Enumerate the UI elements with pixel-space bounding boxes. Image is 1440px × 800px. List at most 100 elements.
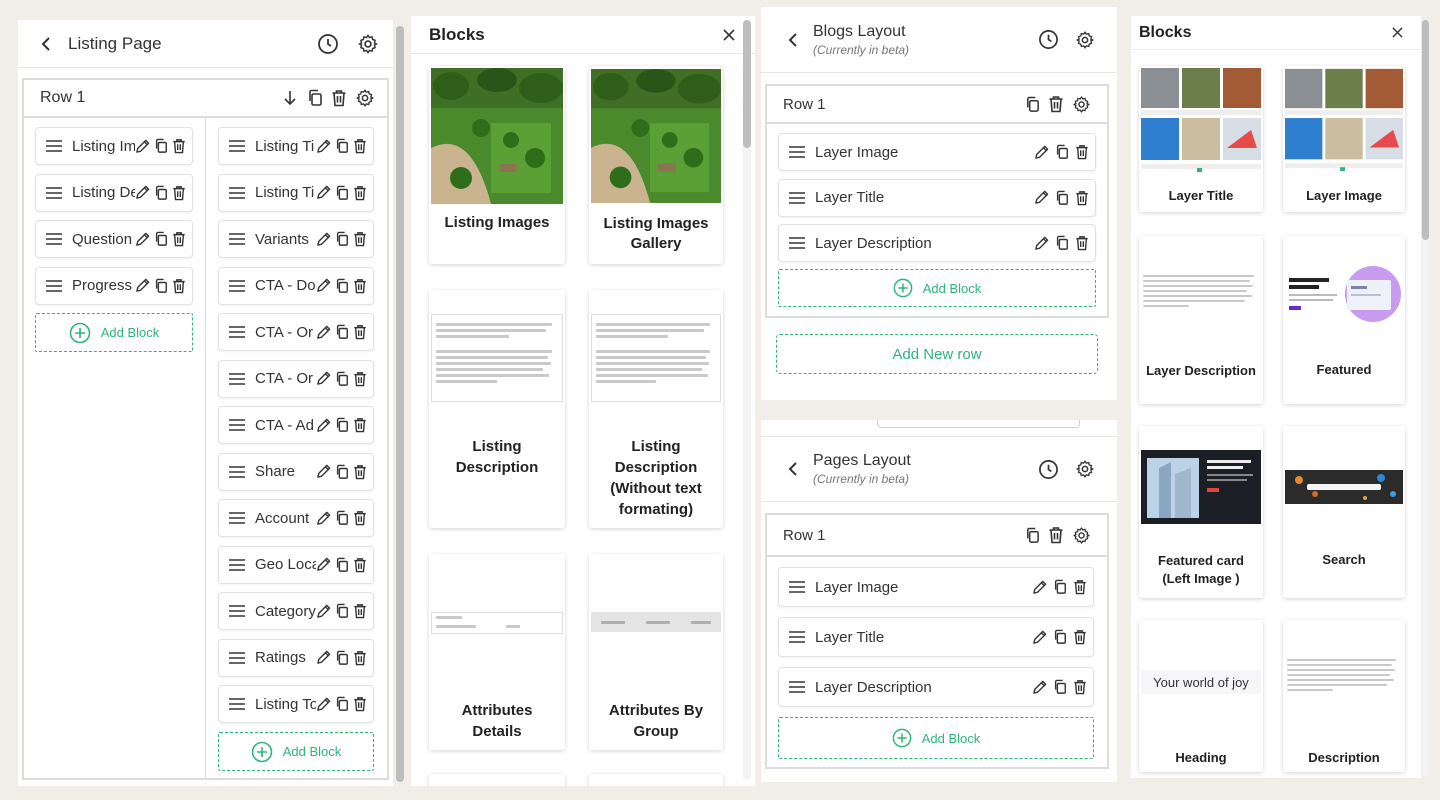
- trash-icon[interactable]: [1073, 679, 1087, 695]
- drag-handle-icon[interactable]: [789, 237, 805, 249]
- drag-handle-icon[interactable]: [46, 279, 62, 292]
- block-list-item[interactable]: Listing Ti: [218, 127, 374, 165]
- edit-pencil-icon[interactable]: [316, 650, 331, 665]
- edit-pencil-icon[interactable]: [1032, 630, 1047, 645]
- settings-gear-icon[interactable]: [357, 33, 379, 55]
- duplicate-icon[interactable]: [1055, 190, 1069, 206]
- settings-gear-icon[interactable]: [355, 88, 375, 108]
- block-list-item[interactable]: Layer Title: [778, 178, 1096, 217]
- trash-icon[interactable]: [353, 510, 367, 526]
- duplicate-icon[interactable]: [335, 185, 349, 201]
- duplicate-icon[interactable]: [1055, 235, 1069, 251]
- history-icon[interactable]: [317, 33, 339, 55]
- duplicate-icon[interactable]: [335, 371, 349, 387]
- trash-icon[interactable]: [353, 464, 367, 480]
- scrollbar[interactable]: [396, 26, 404, 782]
- trash-icon[interactable]: [172, 185, 186, 201]
- block-card-listing-images[interactable]: Listing Images: [429, 66, 565, 264]
- block-card-partial[interactable]: [589, 774, 723, 786]
- trash-icon[interactable]: [353, 557, 367, 573]
- block-list-item[interactable]: Variants: [218, 220, 374, 258]
- block-card-layer-title[interactable]: Layer Title: [1139, 66, 1263, 212]
- scrollbar[interactable]: [1422, 20, 1429, 776]
- block-card-listing-description-plain[interactable]: Listing Description (Without text format…: [589, 290, 723, 528]
- add-new-row-button[interactable]: Add New row: [776, 334, 1098, 374]
- drag-handle-icon[interactable]: [229, 698, 245, 710]
- edit-pencil-icon[interactable]: [316, 139, 331, 154]
- block-card-attributes-by-group[interactable]: Attributes By Group: [589, 554, 723, 750]
- edit-pencil-icon[interactable]: [316, 464, 331, 479]
- scrollbar[interactable]: [743, 20, 751, 780]
- trash-icon[interactable]: [1075, 190, 1089, 206]
- drag-handle-icon[interactable]: [789, 191, 805, 204]
- duplicate-icon[interactable]: [1053, 579, 1067, 595]
- edit-pencil-icon[interactable]: [135, 139, 150, 154]
- edit-pencil-icon[interactable]: [135, 232, 150, 247]
- back-arrow-icon[interactable]: [787, 32, 799, 48]
- duplicate-icon[interactable]: [154, 138, 168, 154]
- edit-pencil-icon[interactable]: [316, 371, 331, 386]
- edit-pencil-icon[interactable]: [135, 278, 150, 293]
- block-list-item[interactable]: Listing To: [218, 685, 374, 723]
- duplicate-icon[interactable]: [335, 138, 349, 154]
- edit-pencil-icon[interactable]: [316, 511, 331, 526]
- block-list-item[interactable]: Listing De: [35, 173, 193, 212]
- drag-handle-icon[interactable]: [229, 233, 245, 245]
- block-list-item[interactable]: Layer Image: [778, 567, 1094, 607]
- block-card-heading[interactable]: Your world of joy Heading: [1139, 620, 1263, 772]
- drag-handle-icon[interactable]: [789, 581, 805, 593]
- trash-icon[interactable]: [353, 696, 367, 712]
- close-icon[interactable]: [723, 28, 735, 41]
- block-list-item[interactable]: Layer Description: [778, 667, 1094, 707]
- block-list-item[interactable]: Listing Im: [35, 127, 193, 165]
- duplicate-icon[interactable]: [154, 185, 168, 201]
- edit-pencil-icon[interactable]: [1032, 680, 1047, 695]
- add-block-button[interactable]: Add Block: [778, 269, 1096, 307]
- edit-pencil-icon[interactable]: [316, 325, 331, 340]
- duplicate-icon[interactable]: [307, 89, 323, 107]
- trash-icon[interactable]: [172, 231, 186, 247]
- duplicate-icon[interactable]: [154, 231, 168, 247]
- block-list-item[interactable]: Question: [35, 220, 193, 258]
- trash-icon[interactable]: [1075, 144, 1089, 160]
- block-list-item[interactable]: CTA - Or: [218, 313, 374, 351]
- block-list-item[interactable]: Category: [218, 592, 374, 630]
- edit-pencil-icon[interactable]: [316, 697, 331, 712]
- block-list-item[interactable]: CTA - Do: [218, 266, 374, 305]
- add-block-button[interactable]: Add Block: [218, 732, 374, 771]
- duplicate-icon[interactable]: [1055, 144, 1069, 160]
- block-card-search[interactable]: Search: [1283, 426, 1405, 598]
- block-list-item[interactable]: Progress: [35, 266, 193, 305]
- edit-pencil-icon[interactable]: [316, 232, 331, 247]
- block-list-item[interactable]: Layer Description: [778, 224, 1096, 262]
- trash-icon[interactable]: [353, 185, 367, 201]
- trash-icon[interactable]: [172, 278, 186, 294]
- trash-icon[interactable]: [1073, 579, 1087, 595]
- drag-handle-icon[interactable]: [46, 186, 62, 199]
- block-list-item[interactable]: Listing Ti: [218, 173, 374, 212]
- block-card-featured[interactable]: Featured: [1283, 236, 1405, 404]
- block-card-listing-images-gallery[interactable]: Listing Images Gallery: [589, 66, 723, 264]
- settings-gear-icon[interactable]: [1075, 30, 1095, 50]
- trash-icon[interactable]: [353, 417, 367, 433]
- trash-icon[interactable]: [1048, 95, 1064, 113]
- drag-handle-icon[interactable]: [229, 372, 245, 385]
- block-list-item[interactable]: CTA - Ad: [218, 406, 374, 444]
- history-icon[interactable]: [1038, 459, 1059, 480]
- duplicate-icon[interactable]: [335, 557, 349, 573]
- edit-pencil-icon[interactable]: [316, 604, 331, 619]
- close-icon[interactable]: [1392, 27, 1403, 38]
- drag-handle-icon[interactable]: [229, 512, 245, 524]
- duplicate-icon[interactable]: [335, 696, 349, 712]
- block-list-item[interactable]: CTA - Or: [218, 359, 374, 398]
- block-list-item[interactable]: Layer Title: [778, 617, 1094, 657]
- duplicate-icon[interactable]: [335, 650, 349, 666]
- duplicate-icon[interactable]: [1025, 96, 1040, 113]
- block-list-item[interactable]: Geo Loca: [218, 545, 374, 584]
- drag-handle-icon[interactable]: [229, 419, 245, 431]
- duplicate-icon[interactable]: [335, 324, 349, 340]
- back-arrow-icon[interactable]: [40, 36, 52, 52]
- trash-icon[interactable]: [353, 603, 367, 619]
- duplicate-icon[interactable]: [335, 231, 349, 247]
- search-input-partial[interactable]: [877, 420, 1080, 428]
